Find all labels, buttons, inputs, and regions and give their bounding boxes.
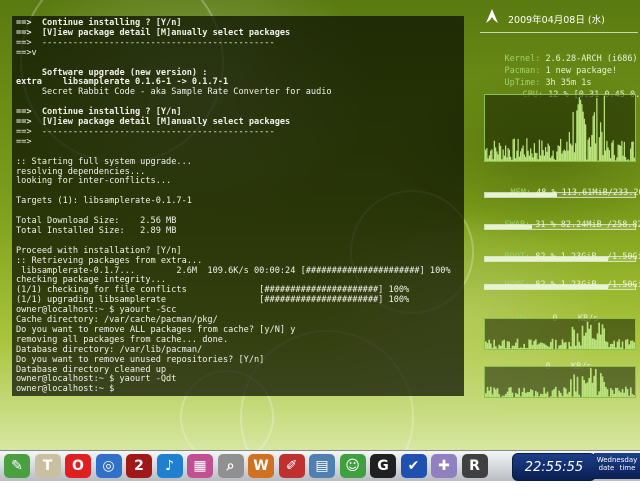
search-icon[interactable]: ⌕ [218, 454, 244, 478]
terminal-line: ==> ------------------------------------… [16, 127, 462, 137]
mem-bar [484, 192, 636, 198]
terminal-line: :: Retrieving packages from extra... [16, 256, 462, 266]
terminal-line: Cache directory: /var/cache/pacman/pkg/ [16, 315, 462, 325]
terminal-line: Database directory cleaned up [16, 365, 462, 375]
terminal-line: owner@localhost:~ $ yaourt -Scc [16, 305, 462, 315]
terminal-line: Total Download Size: 2.56 MB [16, 216, 462, 226]
terminal-line: ==> ------------------------------------… [16, 38, 462, 48]
divider [480, 32, 638, 33]
root-bar [484, 256, 636, 262]
puzzle-icon[interactable]: ✚ [431, 454, 457, 478]
g-app-icon[interactable]: G [370, 454, 396, 478]
download-graph [484, 366, 636, 398]
swap-bar [484, 224, 636, 230]
terminal-line [16, 206, 462, 216]
tex-icon[interactable]: T [35, 454, 61, 478]
terminal-line: Targets (1): libsamplerate-0.1.7-1 [16, 196, 462, 206]
conky-system-monitor: 2009年04月08日 (水) Kernel: 2.6.28-ARCH (i68… [480, 6, 638, 398]
cpu-graph [484, 94, 636, 162]
notepad-icon[interactable]: ✎ [4, 454, 30, 478]
music-note-icon[interactable]: ♪ [157, 454, 183, 478]
terminal-window[interactable]: ==> Continue installing ? [Y/n]==> [V]ie… [12, 16, 464, 396]
terminal-line: ==> [V]iew package detail [M]anually sel… [16, 117, 462, 127]
terminal-line: owner@localhost:~ $ [16, 384, 462, 394]
terminal-line: ==> Continue installing ? [Y/n] [16, 18, 462, 28]
terminal-line: Do you want to remove unused repositorie… [16, 355, 462, 365]
terminal-line: (1/1) upgrading libsamplerate [#########… [16, 295, 462, 305]
crayons-icon[interactable]: ✐ [279, 454, 305, 478]
taskbar-dock: ✎TO◎2♪▦⌕W✐▤☺G✔✚R 22:55:55 Wednesday date… [0, 450, 640, 481]
date-label: 2009年04月08日 (水) [508, 16, 605, 26]
terminal-line: Proceed with installation? [Y/n] [16, 246, 462, 256]
users-icon[interactable]: ☺ [340, 454, 366, 478]
arch-logo-icon [484, 8, 500, 24]
terminal-line [16, 97, 462, 107]
terminal-line: resolving dependencies... [16, 167, 462, 177]
terminal-line: :: Starting full system upgrade... [16, 157, 462, 167]
terminal-line: removing all packages from cache... done… [16, 335, 462, 345]
terminal-line: extra libsamplerate 0.1.6-1 -> 0.1.7-1 [16, 77, 462, 87]
terminal-line: (1/1) checking for file conflicts [#####… [16, 285, 462, 295]
winamp-icon[interactable]: W [248, 454, 274, 478]
terminal-line [16, 147, 462, 157]
terminal-line: Secret Rabbit Code - aka Sample Rate Con… [16, 87, 462, 97]
terminal-line: Database directory: /var/lib/pacman/ [16, 345, 462, 355]
grid-app-icon[interactable]: ▦ [187, 454, 213, 478]
opera-icon[interactable]: O [65, 454, 91, 478]
app-2-icon[interactable]: 2 [126, 454, 152, 478]
terminal-line: ==> [16, 137, 462, 147]
clock-display[interactable]: 22:55:55 [512, 453, 596, 481]
terminal-line: Do you want to remove ALL packages from … [16, 325, 462, 335]
date-label: date [599, 464, 615, 472]
time-label: time [620, 464, 636, 472]
rr-icon[interactable]: R [462, 454, 488, 478]
network-card-icon[interactable]: ▤ [309, 454, 335, 478]
safari-icon[interactable]: ◎ [96, 454, 122, 478]
terminal-line: Total Installed Size: 2.89 MB [16, 226, 462, 236]
date-widget[interactable]: Wednesday date time [594, 453, 640, 479]
terminal-line: Software upgrade (new version) : [16, 68, 462, 78]
terminal-line [16, 58, 462, 68]
terminal-line [16, 186, 462, 196]
terminal-line: libsamplerate-0.1.7... 2.6M 109.6K/s 00:… [16, 266, 462, 276]
terminal-line: owner@localhost:~ $ yaourt -Qdt [16, 374, 462, 384]
check-app-icon[interactable]: ✔ [401, 454, 427, 478]
terminal-line: ==>v [16, 48, 462, 58]
terminal-line: looking for inter-conflicts... [16, 176, 462, 186]
terminal-line [16, 236, 462, 246]
terminal-line: checking package integrity... [16, 275, 462, 285]
terminal-line: ==> [V]iew package detail [M]anually sel… [16, 28, 462, 38]
upload-graph [484, 318, 636, 350]
home-bar [484, 284, 636, 290]
terminal-line: ==> Continue installing ? [Y/n] [16, 107, 462, 117]
day-name: Wednesday [594, 456, 640, 464]
